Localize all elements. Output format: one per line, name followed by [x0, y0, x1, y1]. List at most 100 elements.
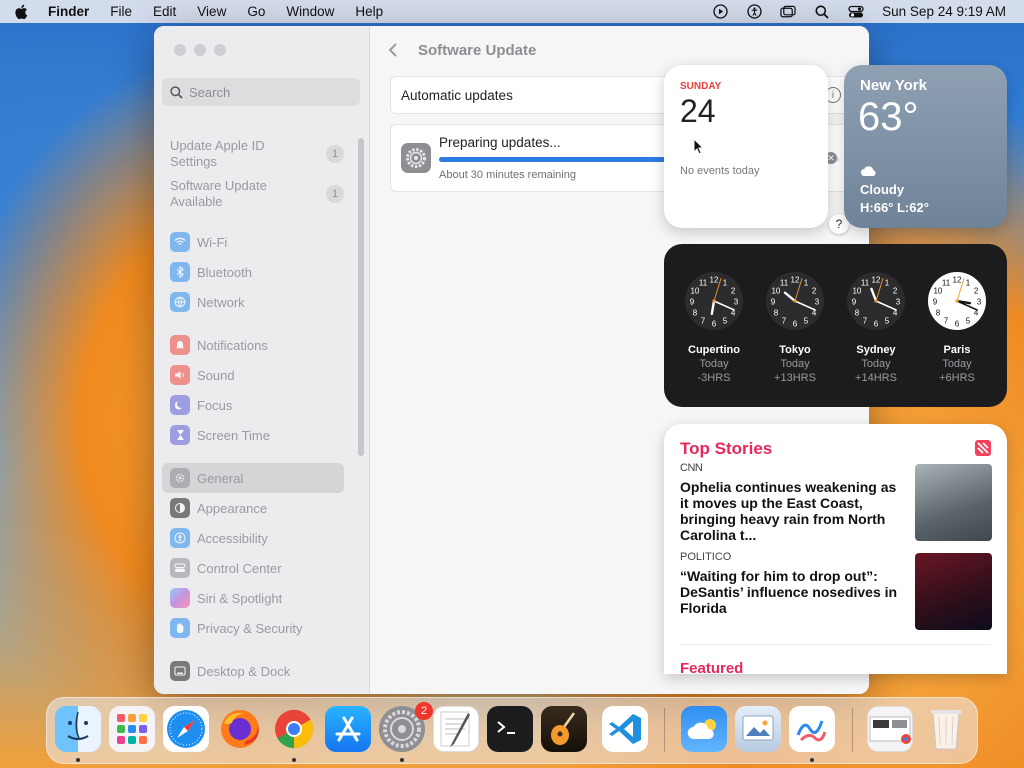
calendar-day-number: 24 [680, 93, 716, 129]
sidebar-item-privacy-security[interactable]: Privacy & Security [162, 613, 344, 643]
news-headline[interactable]: Ophelia continues weakening as it moves … [680, 479, 908, 543]
dock-icon [170, 661, 190, 681]
dock-garageband[interactable] [541, 706, 587, 752]
running-indicator [810, 758, 814, 762]
dock-chrome[interactable] [271, 706, 317, 752]
sidebar-item-control-center[interactable]: Control Center [162, 553, 344, 583]
sidebar-item-bluetooth[interactable]: Bluetooth [162, 257, 344, 287]
search-icon [170, 85, 183, 99]
calendar-no-events: No events today [680, 165, 760, 177]
dock-textedit[interactable] [433, 706, 479, 752]
dock-weather[interactable] [681, 706, 727, 752]
sidebar-item-label: Notifications [197, 337, 268, 353]
sidebar-item-label: Desktop & Dock [197, 663, 291, 679]
vscode-icon [609, 714, 641, 744]
minimize-window-button[interactable] [194, 44, 206, 56]
sidebar-scrollbar[interactable] [358, 138, 364, 456]
news-widget[interactable]: Top Stories CNN Ophelia continues weaken… [664, 424, 1007, 674]
news-thumbnail [915, 464, 992, 541]
sidebar-item-notifications[interactable]: Notifications [162, 330, 344, 360]
dock-launchpad[interactable] [109, 706, 155, 752]
calendar-widget[interactable]: SUNDAY 24 No events today [664, 65, 828, 228]
dock-vscode[interactable] [602, 706, 648, 752]
weather-widget[interactable]: New York 63° Cloudy H:66° L:62° [844, 65, 1007, 228]
zoom-window-button[interactable] [214, 44, 226, 56]
apple-menu-icon[interactable] [14, 4, 28, 20]
sidebar-item-label: General [197, 470, 244, 486]
dock-finder[interactable] [55, 706, 101, 752]
svg-text:8: 8 [774, 309, 779, 318]
weather-city: New York [860, 77, 927, 94]
clock-city: Cupertino [688, 344, 740, 356]
sidebar-item-label: Bluetooth [197, 264, 252, 280]
menu-go[interactable]: Go [247, 4, 265, 19]
menu-bar: Finder File Edit View Go Window Help Sun… [0, 0, 1024, 23]
sidebar-item-update-apple-id[interactable]: Update Apple ID Settings 1 [162, 136, 344, 172]
search-input[interactable]: Search [162, 78, 360, 106]
svg-text:3: 3 [896, 298, 901, 307]
control-center-icon[interactable] [848, 4, 864, 20]
screen-mirroring-icon[interactable] [780, 4, 796, 20]
svg-text:6: 6 [874, 320, 879, 329]
clock-cupertino: 1 2 3 4 5 6 7 8 9 10 11 12 Cupertino Today -3HRS [682, 270, 746, 384]
clock-face-icon: 1234567891011 12 [766, 272, 824, 330]
spotlight-search-icon[interactable] [814, 4, 830, 20]
clock-sydney: 1 2 3 4 5 6 7 8 9 10 11 12 Sydney Today +14HRS [844, 270, 908, 384]
sidebar-item-software-update-available[interactable]: Software Update Available 1 [162, 176, 344, 212]
menu-app-finder[interactable]: Finder [48, 4, 89, 19]
sidebar-item-label: Siri & Spotlight [197, 590, 283, 606]
weather-high-low: H:66° L:62° [860, 200, 929, 215]
dock-terminal[interactable] [487, 706, 533, 752]
sidebar-item-desktop-dock[interactable]: Desktop & Dock [162, 656, 344, 686]
sidebar-item-network[interactable]: Network [162, 287, 344, 317]
now-playing-icon[interactable] [712, 4, 728, 20]
svg-text:7: 7 [863, 317, 868, 326]
progress-fill [439, 157, 671, 162]
svg-text:1: 1 [885, 278, 890, 287]
back-button[interactable] [388, 42, 398, 63]
menu-file[interactable]: File [110, 4, 132, 19]
svg-text:1: 1 [804, 278, 809, 287]
dock-preview[interactable] [735, 706, 781, 752]
globe-icon [170, 292, 190, 312]
dock-downloads-stack[interactable] [867, 706, 913, 752]
sidebar-item-label: Software Update Available [170, 178, 267, 209]
svg-text:5: 5 [723, 317, 728, 326]
dock-app-store[interactable] [325, 706, 371, 752]
dock-firefox[interactable] [217, 706, 263, 752]
menu-help[interactable]: Help [355, 4, 383, 19]
sidebar-item-wifi[interactable]: Wi-Fi [162, 227, 344, 257]
running-indicator [76, 758, 80, 762]
menu-clock[interactable]: Sun Sep 24 9:19 AM [882, 4, 1006, 19]
clock-day: Today [780, 358, 810, 370]
dock-safari[interactable] [163, 706, 209, 752]
dock-trash[interactable] [923, 706, 969, 752]
svg-text:7: 7 [944, 317, 949, 326]
svg-text:3: 3 [734, 298, 739, 307]
news-headline[interactable]: “Waiting for him to drop out”: DeSantis’… [680, 568, 908, 616]
speaker-icon [170, 365, 190, 385]
preview-icon [742, 715, 774, 741]
menu-window[interactable]: Window [286, 4, 334, 19]
world-clock-widget[interactable]: 1 2 3 4 5 6 7 8 9 10 11 12 Cupertino Today -3HRS 12… [664, 244, 1007, 407]
sidebar-item-label: Network [197, 294, 245, 310]
sidebar-item-label: Update Apple ID Settings [170, 138, 265, 169]
sidebar-item-general[interactable]: General [162, 463, 344, 493]
sidebar-item-focus[interactable]: Focus [162, 390, 344, 420]
sidebar-item-accessibility[interactable]: Accessibility [162, 523, 344, 553]
svg-text:5: 5 [885, 317, 890, 326]
sidebar-item-siri-spotlight[interactable]: Siri & Spotlight [162, 583, 344, 613]
accessibility-status-icon[interactable] [746, 4, 762, 20]
sidebar-item-sound[interactable]: Sound [162, 360, 344, 390]
running-indicator [400, 758, 404, 762]
close-window-button[interactable] [174, 44, 186, 56]
menu-view[interactable]: View [197, 4, 226, 19]
dock-freeform[interactable] [789, 706, 835, 752]
automatic-updates-label: Automatic updates [401, 87, 513, 103]
sidebar-item-appearance[interactable]: Appearance [162, 493, 344, 523]
svg-text:10: 10 [771, 287, 780, 296]
menu-edit[interactable]: Edit [153, 4, 176, 19]
weather-condition: Cloudy [860, 182, 905, 197]
safari-compass-icon [167, 710, 205, 748]
sidebar-item-screen-time[interactable]: Screen Time [162, 420, 344, 450]
